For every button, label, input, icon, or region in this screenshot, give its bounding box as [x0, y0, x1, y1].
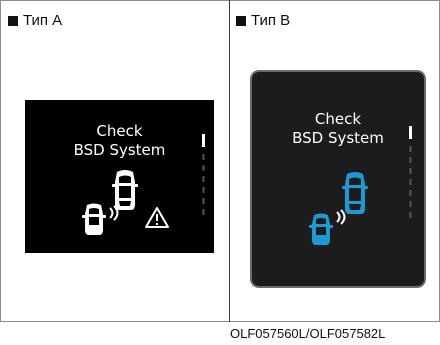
radar-waves-icon [336, 209, 346, 225]
panel-a-label-text: Тип A [23, 12, 63, 29]
bullet-square-icon [236, 15, 246, 26]
display-screen-type-b: Check BSD System [250, 70, 426, 288]
display-screen-type-a: Check BSD System [25, 100, 214, 253]
car-icon [82, 203, 106, 235]
panel-b-label: Тип B [236, 12, 290, 29]
scroll-indicator-icon [202, 134, 205, 215]
bullet-square-icon [8, 15, 18, 26]
warning-triangle-icon [145, 207, 169, 228]
radar-waves-icon [109, 205, 119, 221]
message-line-2: BSD System [292, 129, 384, 147]
message-line-1: Check [96, 122, 143, 140]
figure-code: OLF057560L/OLF057582L [230, 326, 386, 341]
bsd-message-a: Check BSD System [25, 122, 214, 160]
panel-a-label: Тип A [8, 12, 62, 29]
panel-divider [229, 0, 230, 322]
panel-b-label-text: Тип B [251, 12, 291, 29]
message-line-2: BSD System [73, 141, 166, 159]
car-icon [309, 213, 333, 245]
message-line-1: Check [314, 110, 362, 128]
bsd-message-b: Check BSD System [252, 110, 424, 148]
scroll-indicator-icon [409, 126, 412, 218]
